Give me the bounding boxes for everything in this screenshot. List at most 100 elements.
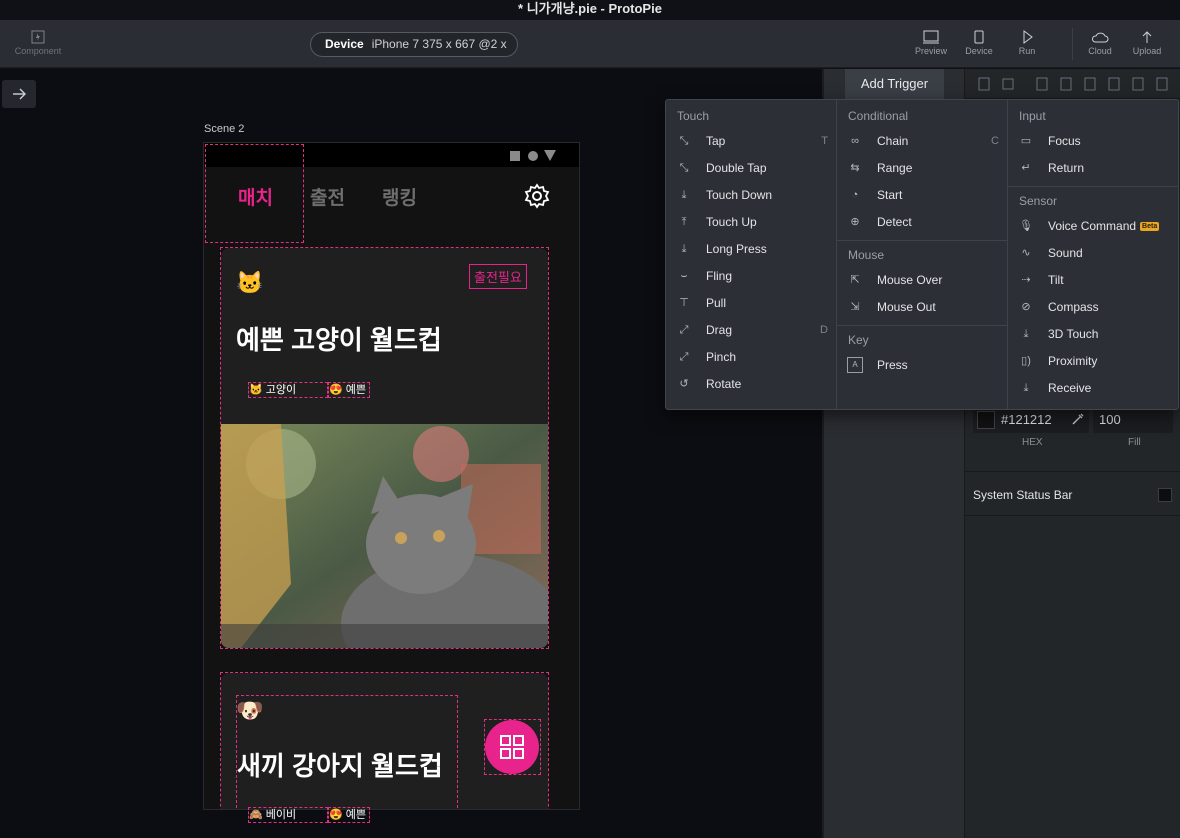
fill-label: Fill <box>1128 437 1141 448</box>
preview-button[interactable]: Preview <box>910 30 952 56</box>
trigger-return[interactable]: ↵ Return <box>1021 158 1168 178</box>
pinch-icon: ⤢ <box>679 351 689 363</box>
touch-up-icon: ⤒ <box>681 216 687 228</box>
trigger-sound[interactable]: ∿ Sound <box>1021 243 1168 263</box>
input-header: Input <box>1019 109 1046 123</box>
menu-label: Start <box>877 188 903 202</box>
trigger-touch-up[interactable]: ⤒ Touch Up <box>682 212 828 232</box>
expand-panel-button[interactable] <box>2 80 36 108</box>
device-selector[interactable]: Device iPhone 7 375 x 667 @2 x <box>310 32 518 57</box>
status-bar-checkbox[interactable] <box>1158 488 1172 502</box>
trigger-range[interactable]: ⇆ Range <box>850 158 999 178</box>
divider <box>965 471 1180 472</box>
cursor-icon: ⇱ <box>850 274 860 286</box>
arrow-right-icon <box>13 88 26 100</box>
trigger-proximity[interactable]: ▯) Proximity <box>1021 351 1168 371</box>
color-swatch[interactable] <box>977 411 995 429</box>
tab-ranking[interactable]: 랭킹 <box>382 183 417 210</box>
hex-field[interactable]: #121212 <box>973 407 1089 433</box>
trigger-fling[interactable]: ⌣ Fling <box>680 266 828 286</box>
chain-icon: ∞ <box>851 135 859 147</box>
proximity-icon: ▯) <box>1021 355 1031 367</box>
trigger-detect[interactable]: ⊕ Detect <box>850 212 999 232</box>
tilt-icon: ⇢ <box>1021 274 1031 286</box>
fill-field[interactable]: 100 <box>1093 407 1173 433</box>
menu-label: Drag <box>706 323 733 337</box>
rotate-icon: ↺ <box>679 378 689 390</box>
drag-icon: ⤢ <box>679 324 689 336</box>
trigger-start[interactable]: ◔ Start <box>852 185 999 205</box>
menu-label: Touch Down <box>706 188 773 202</box>
add-trigger-menu: Touch ⤡ Tap T ⤡ Double Tap ⤓ Touch Down ⤒ Tou… <box>665 99 1179 410</box>
divider <box>965 515 1180 516</box>
touch-header: Touch <box>677 109 710 123</box>
beta-badge: Beta <box>1140 222 1160 232</box>
gear-icon[interactable] <box>524 183 550 209</box>
trigger-3d-touch[interactable]: ⤓ 3D Touch <box>1024 324 1168 344</box>
trigger-press[interactable]: A Press <box>847 355 999 375</box>
trigger-touch-down[interactable]: ⤓ Touch Down <box>682 185 828 205</box>
trigger-voice-command[interactable]: 🎙 Voice Command Beta <box>1019 216 1168 236</box>
menu-label: Chain <box>877 134 909 148</box>
divider <box>836 100 837 409</box>
hex-value: #121212 <box>1001 412 1052 427</box>
tag-chip: 🙈 베이비 <box>248 807 328 823</box>
menu-label: Receive <box>1048 381 1092 395</box>
run-label: Run <box>1018 46 1036 56</box>
trigger-rotate[interactable]: ↺ Rotate <box>679 374 828 394</box>
trigger-double-tap[interactable]: ⤡ Double Tap <box>680 158 828 178</box>
cloud-icon <box>1091 32 1109 43</box>
trigger-chain[interactable]: ∞ Chain C <box>851 131 999 151</box>
trigger-pinch[interactable]: ⤢ Pinch <box>680 347 828 367</box>
divider <box>837 240 1007 241</box>
sensor-header: Sensor <box>1019 194 1058 208</box>
trigger-pull[interactable]: ⊤ Pull <box>679 293 828 313</box>
trigger-tap[interactable]: ⤡ Tap T <box>680 131 828 151</box>
shortcut: D <box>820 324 828 336</box>
touch-down-icon: ⤓ <box>681 189 687 201</box>
preview-icon <box>923 30 939 44</box>
compass-icon: ⊘ <box>1021 301 1031 313</box>
menu-label: Fling <box>706 269 733 283</box>
menu-label: Press <box>877 358 908 372</box>
fling-icon: ⌣ <box>680 270 688 282</box>
toolbar: Component Preview Device Run Cloud Uploa… <box>0 20 1180 68</box>
trigger-mouse-out[interactable]: ⇲ Mouse Out <box>850 297 999 317</box>
phone-scene[interactable]: 매치 출전 랭킹 🐱 출전필요 예쁜 고양이 월드컵 🐱 고양이 😍 예쁜 🐶 … <box>203 142 580 810</box>
tab-entry[interactable]: 출전 <box>310 183 345 210</box>
trigger-tilt[interactable]: ⇢ Tilt <box>1021 270 1168 290</box>
trigger-receive[interactable]: ⤓ Receive <box>1024 378 1168 398</box>
menu-label: Compass <box>1048 300 1099 314</box>
menu-label: Double Tap <box>706 161 767 175</box>
eyedropper-icon[interactable] <box>1071 412 1085 426</box>
range-icon: ⇆ <box>850 162 860 174</box>
tab-match[interactable]: 매치 <box>238 183 273 210</box>
upload-label: Upload <box>1132 46 1162 56</box>
add-trigger-button[interactable]: Add Trigger <box>845 69 944 99</box>
trigger-focus[interactable]: ▭ Focus <box>1021 131 1168 151</box>
trigger-drag[interactable]: ⤢ Drag D <box>680 320 828 340</box>
upload-button[interactable]: Upload <box>1128 30 1166 56</box>
menu-label: Pull <box>706 296 727 310</box>
menu-label: Focus <box>1048 134 1081 148</box>
align-toolbar <box>965 69 1180 99</box>
shortcut: T <box>821 135 828 147</box>
waveform-icon: ∿ <box>1021 247 1031 259</box>
menu-label: Tilt <box>1048 273 1064 287</box>
trigger-mouse-over[interactable]: ⇱ Mouse Over <box>850 270 999 290</box>
shortcut: C <box>991 135 999 147</box>
cursor-out-icon: ⇲ <box>850 301 860 313</box>
device-button[interactable]: Device <box>960 30 998 56</box>
component-label: Component <box>14 46 62 56</box>
card-title: 새끼 강아지 월드컵 <box>237 751 443 781</box>
run-button[interactable]: Run <box>1010 30 1044 56</box>
double-tap-icon: ⤡ <box>679 162 689 174</box>
component-button[interactable]: Component <box>12 30 64 56</box>
trigger-long-press[interactable]: ⤓ Long Press <box>682 239 828 259</box>
scene-label: Scene 2 <box>204 123 245 135</box>
start-icon: ◔ <box>851 189 859 201</box>
cloud-button[interactable]: Cloud <box>1082 30 1118 56</box>
trigger-compass[interactable]: ⊘ Compass <box>1021 297 1168 317</box>
device-value: iPhone 7 375 x 667 @2 x <box>371 37 507 51</box>
3d-touch-icon: ⤓ <box>1023 328 1029 340</box>
